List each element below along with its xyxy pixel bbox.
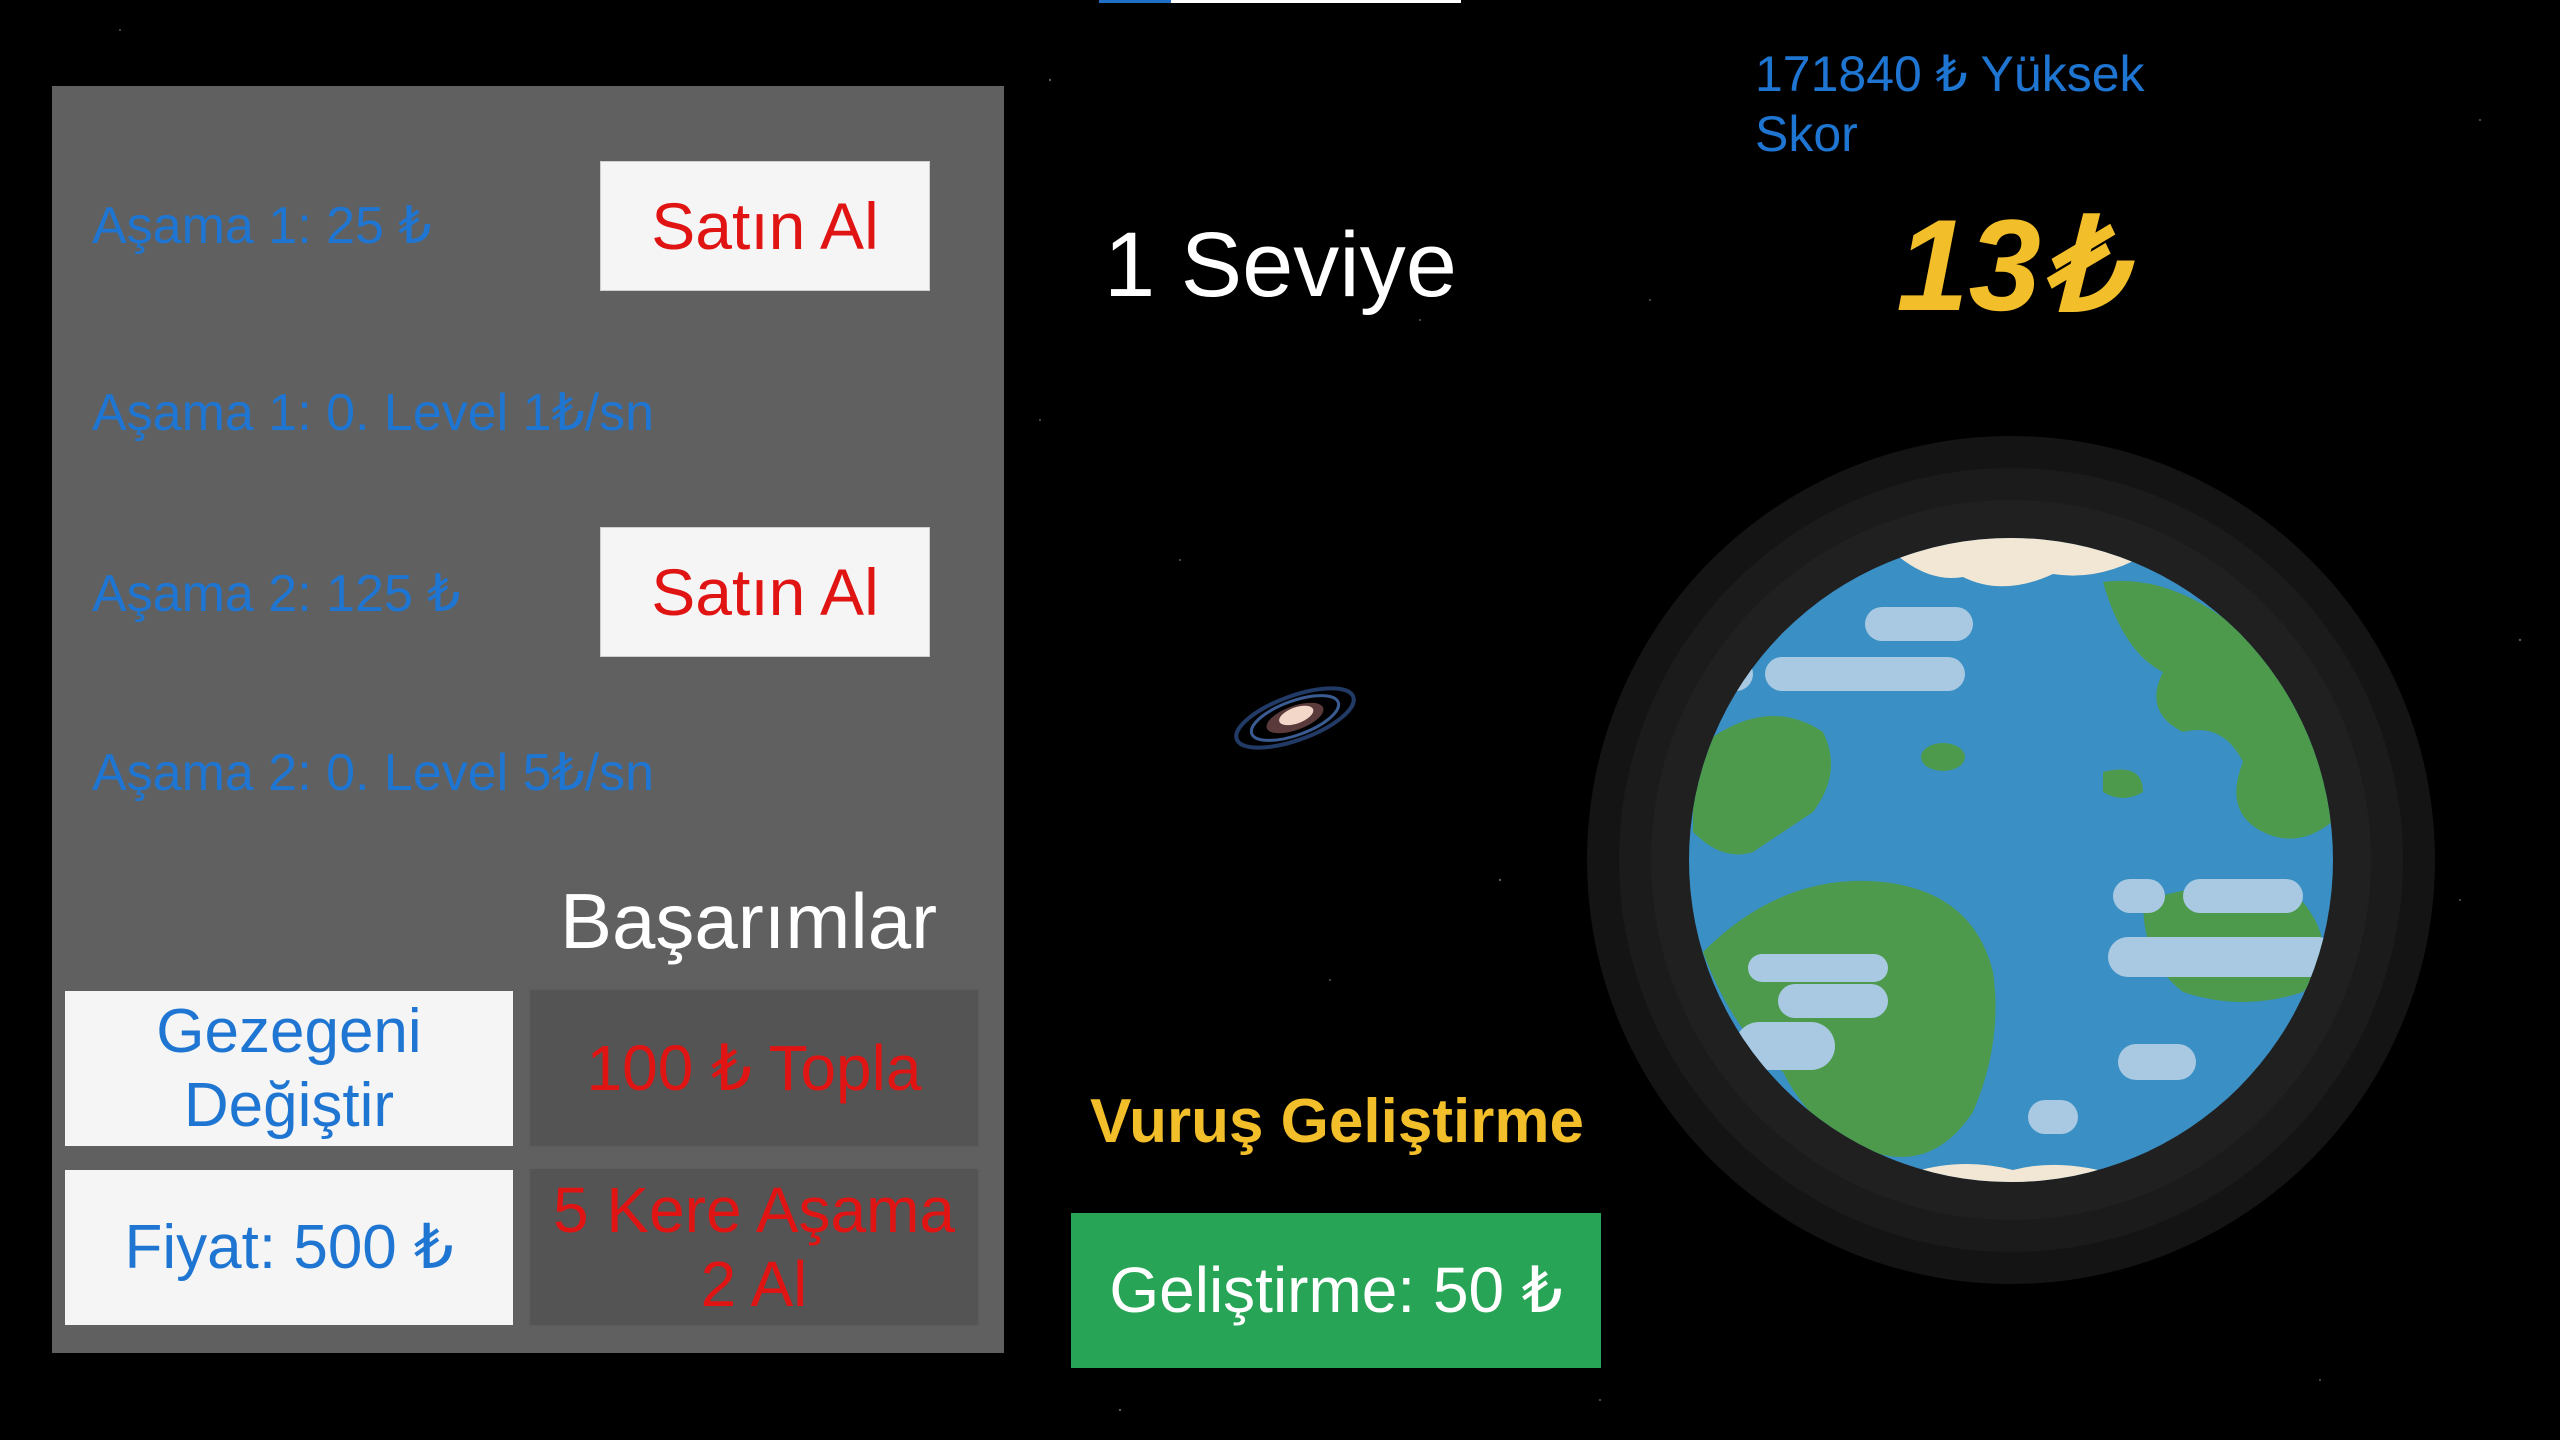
level-label: 1 Seviye [1104, 214, 1457, 316]
achievements-title: Başarımlar [560, 877, 938, 965]
stage1-price: Aşama 1: 25 ₺ [92, 197, 432, 255]
upgrade-title: Vuruş Geliştirme [1090, 1087, 1584, 1156]
earth-planet-icon [1587, 436, 2435, 1284]
achievement-collect-100: 100 ₺ Topla [528, 988, 980, 1148]
shop-panel: Aşama 1: 25 ₺ Satın Al Aşama 1: 0. Level… [52, 86, 1004, 1353]
upgrade-button[interactable]: Geliştirme: 50 ₺ [1071, 1213, 1601, 1368]
money-counter: 13₺ [1896, 192, 2124, 338]
planet-price-button[interactable]: Fiyat: 500 ₺ [65, 1170, 513, 1325]
galaxy-icon [1234, 686, 1356, 750]
stage1-buy-button[interactable]: Satın Al [600, 161, 930, 291]
change-planet-button[interactable]: Gezegeni Değiştir [65, 991, 513, 1146]
top-progress-bar [1099, 0, 1461, 3]
stage2-level: Aşama 2: 0. Level 5₺/sn [92, 744, 655, 802]
stage1-level: Aşama 1: 0. Level 1₺/sn [92, 384, 655, 442]
achievement-buy-stage2-5x: 5 Kere Aşama 2 Al [528, 1167, 980, 1327]
stage2-buy-button[interactable]: Satın Al [600, 527, 930, 657]
top-progress-fill [1099, 0, 1172, 3]
planet-click-target[interactable] [1583, 432, 2439, 1288]
highscore-label: 171840 ₺ Yüksek Skor [1755, 46, 2145, 162]
stage2-price: Aşama 2: 125 ₺ [92, 565, 461, 623]
